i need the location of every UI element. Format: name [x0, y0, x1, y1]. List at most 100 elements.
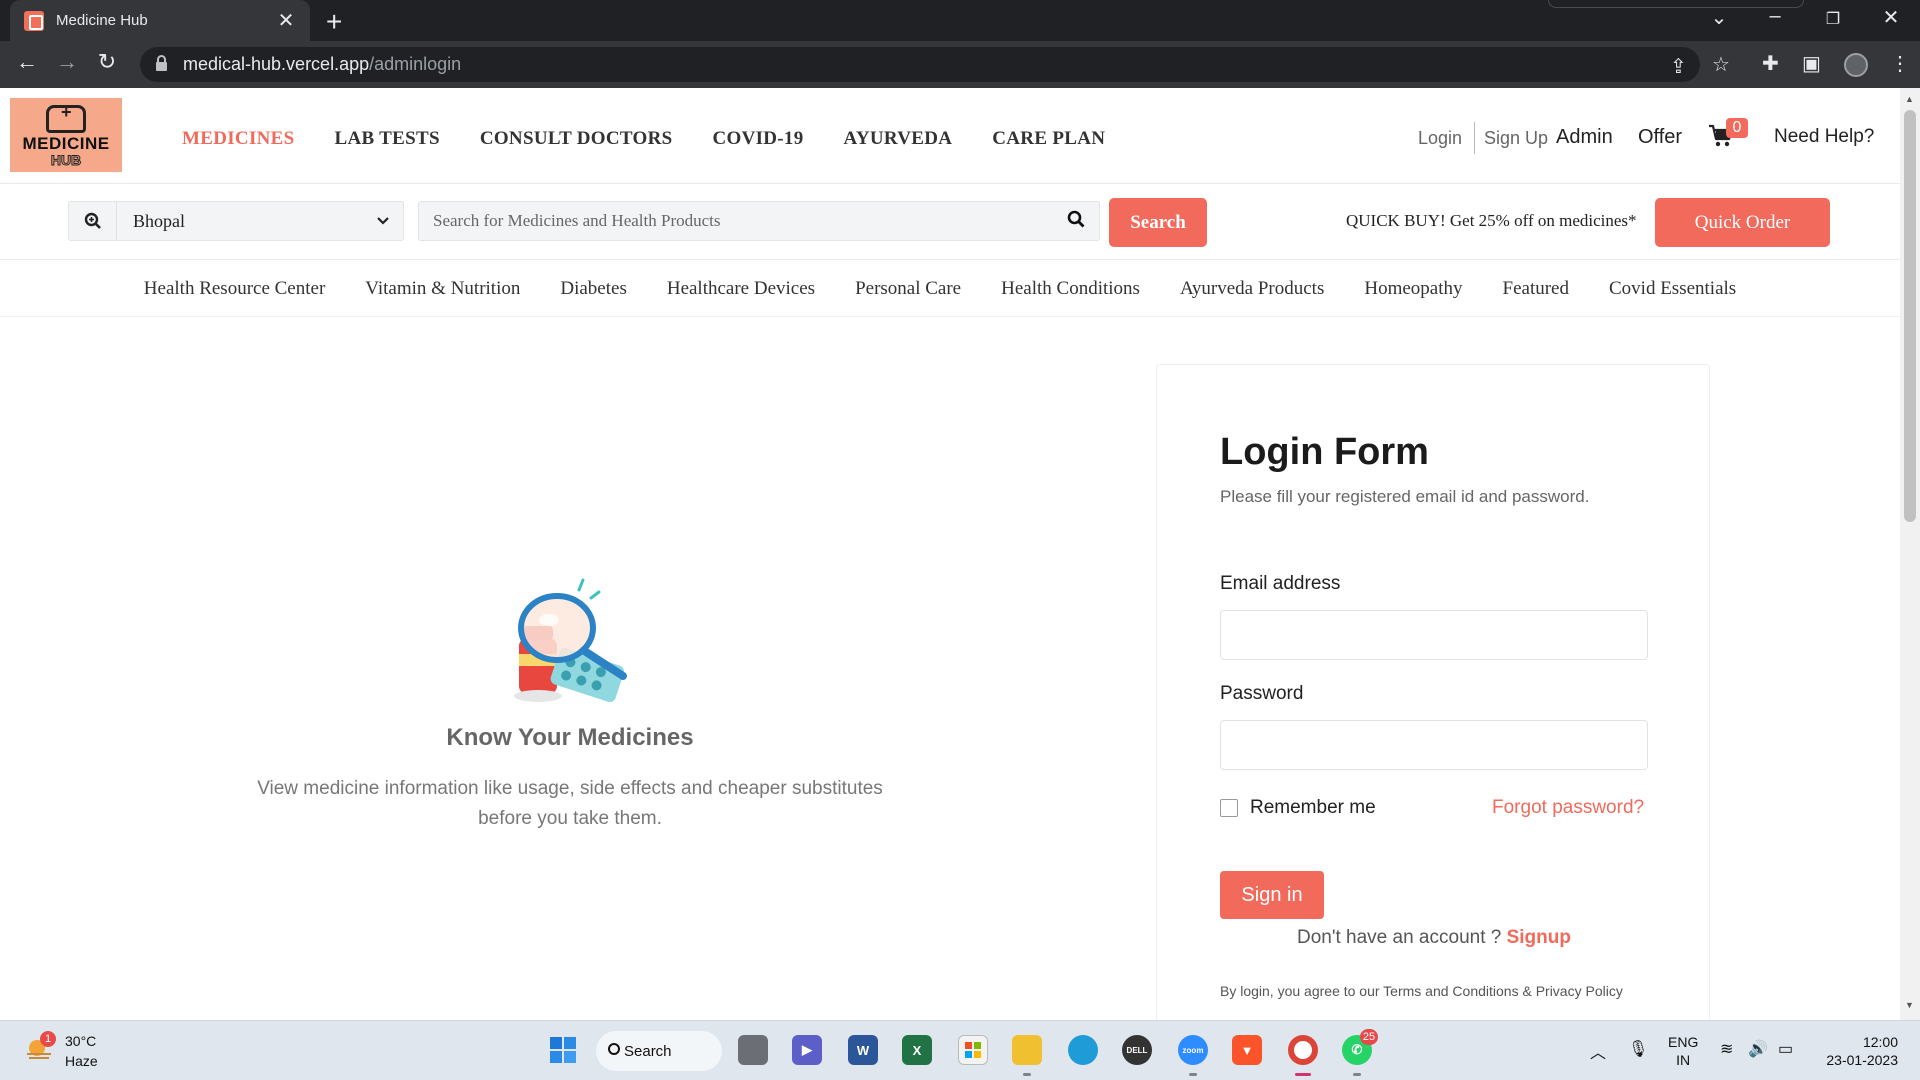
- category-healthcare-devices[interactable]: Healthcare Devices: [667, 278, 815, 300]
- nav-consult-doctors[interactable]: CONSULT DOCTORS: [480, 128, 673, 150]
- teams-chat-icon[interactable]: ▶: [792, 1035, 822, 1065]
- signup-link[interactable]: Sign Up: [1484, 128, 1548, 149]
- back-arrow-icon[interactable]: ←: [12, 49, 42, 75]
- category-featured[interactable]: Featured: [1503, 278, 1569, 300]
- show-hidden-icons-chevron-icon[interactable]: ︿: [1590, 1039, 1606, 1063]
- task-view-icon[interactable]: [738, 1035, 768, 1065]
- location-select[interactable]: Bhopal: [68, 201, 404, 241]
- window-close-icon[interactable]: ✕: [1876, 5, 1906, 30]
- weather-temperature[interactable]: 30°C: [65, 1033, 96, 1049]
- weather-condition[interactable]: Haze: [65, 1053, 98, 1069]
- nav-care-plan[interactable]: CARE PLAN: [992, 128, 1105, 150]
- login-link[interactable]: Login: [1418, 128, 1462, 149]
- scroll-up-arrow-icon[interactable]: ▲: [1905, 94, 1914, 104]
- brave-icon[interactable]: ▼: [1232, 1035, 1262, 1065]
- weather-badge: 1: [40, 1031, 56, 1047]
- forgot-password-link[interactable]: Forgot password?: [1492, 797, 1644, 819]
- page-scrollbar[interactable]: ▲ ▼: [1900, 88, 1920, 1020]
- admin-link[interactable]: Admin: [1556, 126, 1613, 149]
- edge-icon[interactable]: [1068, 1035, 1098, 1065]
- remember-me-label[interactable]: Remember me: [1250, 797, 1376, 819]
- location-search-icon: [69, 202, 117, 240]
- password-label: Password: [1220, 683, 1304, 704]
- quick-order-button[interactable]: Quick Order: [1655, 198, 1830, 247]
- lock-icon[interactable]: [156, 55, 167, 71]
- new-tab-button[interactable]: +: [326, 6, 342, 38]
- battery-icon[interactable]: ▭: [1778, 1039, 1793, 1059]
- side-panel-icon[interactable]: ▣: [1802, 51, 1821, 76]
- nav-covid-19[interactable]: COVID-19: [712, 128, 803, 150]
- login-card: Login Form Please fill your registered e…: [1156, 364, 1710, 1020]
- tab-title: Medicine Hub: [56, 12, 148, 29]
- reload-icon[interactable]: ↻: [92, 49, 122, 75]
- address-bar[interactable]: medical-hub.vercel.app/adminlogin ⇪ ☆: [140, 47, 1730, 82]
- category-homeopathy[interactable]: Homeopathy: [1364, 278, 1462, 300]
- dell-icon[interactable]: DELL: [1122, 1035, 1152, 1065]
- chrome-icon[interactable]: [1288, 1035, 1318, 1065]
- category-diabetes[interactable]: Diabetes: [560, 278, 626, 300]
- chrome-menu-icon[interactable]: ⋮: [1890, 51, 1910, 76]
- signup-prompt: Don't have an account ? Signup: [1220, 927, 1648, 949]
- signup-form-link[interactable]: Signup: [1507, 927, 1571, 948]
- forward-arrow-icon[interactable]: →: [52, 49, 82, 75]
- share-icon[interactable]: ⇪: [1670, 54, 1687, 79]
- location-value: Bhopal: [133, 210, 185, 231]
- promo-description: View medicine information like usage, si…: [220, 774, 920, 834]
- minimize-icon[interactable]: –: [1760, 5, 1790, 28]
- system-clock[interactable]: 12:00 23-01-2023: [1818, 1033, 1898, 1069]
- know-your-medicines-section: Know Your Medicines View medicine inform…: [220, 578, 920, 834]
- profile-avatar[interactable]: [1844, 53, 1868, 77]
- volume-icon[interactable]: 🔊: [1748, 1039, 1768, 1059]
- url-path: /adminlogin: [369, 54, 462, 74]
- page-viewport: MEDICINE HUB MEDICINES LAB TESTS CONSULT…: [0, 88, 1900, 1020]
- favicon-icon: [24, 10, 44, 31]
- sign-in-button[interactable]: Sign in: [1220, 871, 1324, 919]
- nav-ayurveda[interactable]: AYURVEDA: [844, 128, 953, 150]
- restore-icon[interactable]: ❐: [1818, 9, 1848, 29]
- nav-medicines[interactable]: MEDICINES: [182, 128, 295, 150]
- url-host: medical-hub.vercel.app: [183, 54, 370, 74]
- header-divider: [1474, 122, 1475, 154]
- category-health-resource-center[interactable]: Health Resource Center: [144, 278, 325, 300]
- wifi-icon[interactable]: ≋: [1720, 1039, 1733, 1059]
- windows-start-icon[interactable]: [548, 1035, 578, 1065]
- file-explorer-icon[interactable]: [1012, 1035, 1042, 1065]
- email-field[interactable]: [1220, 610, 1648, 660]
- category-covid-essentials[interactable]: Covid Essentials: [1609, 278, 1736, 300]
- offer-link[interactable]: Offer: [1638, 126, 1682, 149]
- taskbar-search[interactable]: Search: [596, 1031, 722, 1071]
- search-icon[interactable]: [1067, 210, 1085, 233]
- nav-lab-tests[interactable]: LAB TESTS: [335, 128, 440, 150]
- browser-toolbar: ← → ↻ medical-hub.vercel.app/adminlogin …: [0, 41, 1920, 88]
- category-health-conditions[interactable]: Health Conditions: [1001, 278, 1140, 300]
- cart-count-badge: 0: [1726, 118, 1748, 138]
- microphone-icon[interactable]: 🎙: [1628, 1039, 1648, 1059]
- language-indicator[interactable]: ENG IN: [1668, 1033, 1698, 1069]
- medicine-magnifier-illustration: [505, 578, 635, 708]
- running-indicator: [1353, 1073, 1361, 1076]
- extensions-puzzle-icon[interactable]: ✚: [1762, 51, 1779, 76]
- taskbar-search-label: Search: [624, 1042, 672, 1060]
- category-ayurveda-products[interactable]: Ayurveda Products: [1180, 278, 1324, 300]
- tab-list-chevron-icon[interactable]: ⌄: [1704, 5, 1734, 30]
- need-help-link[interactable]: Need Help?: [1774, 126, 1874, 148]
- search-row: Bhopal Search QUICK BUY! Get 25% off on …: [0, 185, 1900, 260]
- category-personal-care[interactable]: Personal Care: [855, 278, 961, 300]
- bookmark-star-icon[interactable]: ☆: [1712, 52, 1730, 77]
- scroll-down-arrow-icon[interactable]: ▼: [1905, 1000, 1914, 1010]
- password-field[interactable]: [1220, 720, 1648, 770]
- browser-tab[interactable]: Medicine Hub ✕: [10, 0, 310, 41]
- browser-tab-bar: Medicine Hub ✕ + ⌄ – ❐ ✕: [0, 0, 1920, 41]
- excel-icon[interactable]: X: [902, 1035, 932, 1065]
- remember-me-checkbox[interactable]: [1220, 799, 1238, 817]
- category-vitamin-nutrition[interactable]: Vitamin & Nutrition: [365, 278, 520, 300]
- site-logo[interactable]: MEDICINE HUB: [10, 98, 122, 172]
- scrollbar-thumb[interactable]: [1904, 110, 1916, 522]
- tab-close-icon[interactable]: ✕: [276, 8, 296, 33]
- promo-line-1: View medicine information like usage, si…: [257, 778, 883, 799]
- word-icon[interactable]: W: [848, 1035, 878, 1065]
- search-input[interactable]: [433, 211, 1067, 231]
- microsoft-store-icon[interactable]: [958, 1035, 988, 1065]
- zoom-icon[interactable]: zoom: [1178, 1035, 1208, 1065]
- search-button[interactable]: Search: [1109, 198, 1207, 247]
